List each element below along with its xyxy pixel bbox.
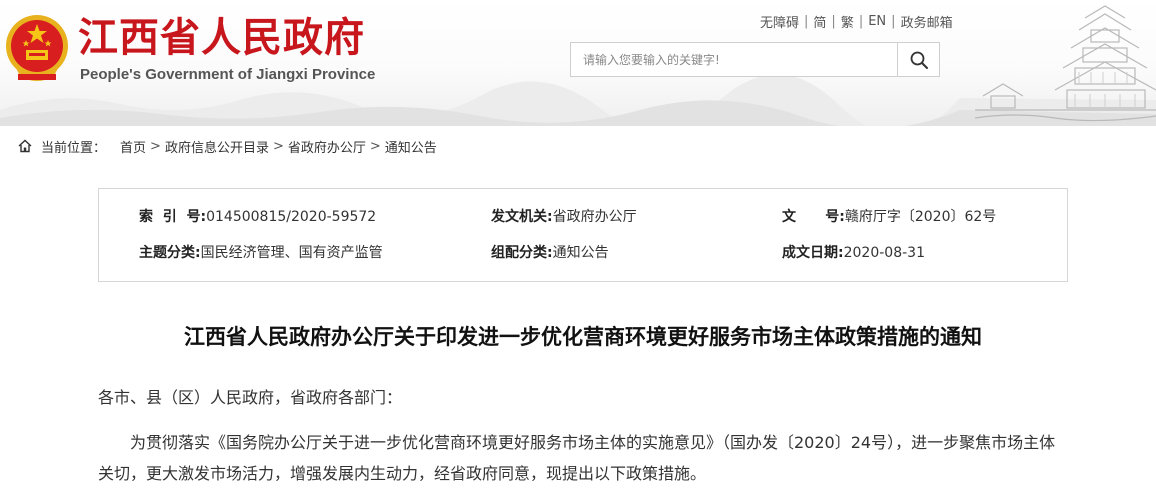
breadcrumb-home[interactable]: 首页 [120, 137, 146, 156]
meta-doc-no-label: 文 号: [782, 209, 845, 225]
breadcrumb-general-office[interactable]: 省政府办公厅 [288, 137, 366, 156]
divider: | [858, 13, 864, 29]
home-icon [18, 139, 32, 153]
divider: | [891, 13, 896, 29]
document-meta-box: 索 引 号:014500815/2020-59572 发文机关:省政府办公厅 文… [98, 188, 1068, 282]
gov-mailbox-link[interactable]: 政务邮箱 [901, 12, 953, 31]
meta-date-value: 2020-08-31 [843, 245, 925, 261]
salutation: 各市、县（区）人民政府，省政府各部门： [98, 388, 403, 407]
accessibility-link[interactable]: 无障碍 [760, 12, 799, 31]
meta-topic-value: 国民经济管理、国有资产监管 [200, 245, 383, 261]
tengwang-pavilion-illustration [975, 5, 1156, 122]
divider: | [804, 13, 809, 29]
site-subtitle: People's Government of Jiangxi Province [80, 66, 376, 83]
national-emblem-icon [6, 15, 68, 81]
meta-issuer-value: 省政府办公厅 [552, 209, 637, 225]
meta-topic: 主题分类:国民经济管理、国有资产监管 [139, 243, 383, 263]
meta-issuer: 发文机关:省政府办公厅 [491, 207, 637, 227]
body-paragraph: 为贯彻落实《国务院办公厅关于进一步优化营商环境更好服务市场主体的实施意见》（国办… [98, 433, 1056, 483]
meta-topic-label: 主题分类: [139, 245, 201, 261]
meta-category: 组配分类:通知公告 [491, 243, 609, 263]
breadcrumb-separator: > [369, 138, 381, 154]
top-links: 无障碍 | 简 | 繁 | EN | 政务邮箱 [760, 12, 953, 31]
meta-index-no: 索 引 号:014500815/2020-59572 [139, 207, 376, 227]
meta-category-value: 通知公告 [552, 245, 609, 261]
breadcrumb-separator: > [150, 138, 161, 154]
breadcrumb-info-catalog[interactable]: 政府信息公开目录 [165, 137, 269, 156]
search-button[interactable] [897, 43, 939, 76]
search-icon [910, 51, 928, 69]
breadcrumb-separator: > [272, 138, 284, 154]
traditional-chinese-link[interactable]: 繁 [841, 12, 854, 31]
breadcrumb-label: 当前位置： [41, 140, 107, 156]
english-link[interactable]: EN [868, 14, 886, 29]
meta-index-no-label: 索 引 号: [139, 209, 207, 225]
search-box [570, 42, 940, 77]
meta-category-label: 组配分类: [491, 245, 553, 261]
meta-date: 成文日期:2020-08-31 [782, 243, 925, 263]
breadcrumb-notices[interactable]: 通知公告 [385, 137, 437, 156]
document-title: 江西省人民政府办公厅关于印发进一步优化营商环境更好服务市场主体政策措施的通知 [184, 325, 982, 349]
breadcrumb: 当前位置： 首页 > 政府信息公开目录 > 省政府办公厅 > 通知公告 [18, 137, 437, 156]
meta-doc-no-value: 赣府厅字〔2020〕62号 [844, 209, 997, 225]
site-header: 江西省人民政府 People's Government of Jiangxi P… [0, 0, 1156, 126]
meta-issuer-label: 发文机关: [491, 209, 553, 225]
search-input[interactable] [571, 43, 897, 76]
divider: | [831, 13, 836, 29]
meta-doc-no: 文 号:赣府厅字〔2020〕62号 [782, 207, 996, 227]
meta-date-label: 成文日期: [782, 245, 844, 261]
site-title: 江西省人民政府 [78, 14, 365, 61]
meta-index-no-value: 014500815/2020-59572 [206, 209, 377, 225]
simplified-chinese-link[interactable]: 简 [813, 12, 826, 31]
